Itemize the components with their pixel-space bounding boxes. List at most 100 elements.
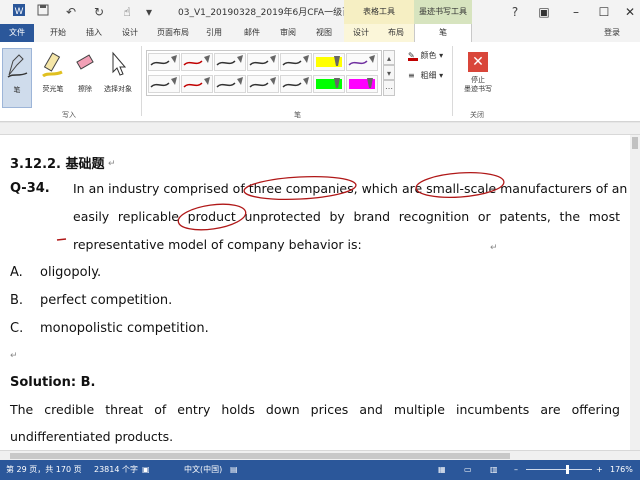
gallery-down-icon[interactable]: ▾ (383, 65, 395, 80)
gallery-more-icon[interactable]: ⋯ (383, 80, 395, 96)
tab-review[interactable]: 审阅 (274, 24, 302, 42)
question-line-3: representative model of company behavior… (73, 237, 362, 252)
web-layout-icon[interactable]: ▥ (490, 460, 498, 480)
section-heading: 3.12.2. 基础题 (10, 157, 105, 172)
word-window: W ↶ ↻ ☝ ▾ 03_V1_20190328_2019年6月CFA一级百题预… (0, 0, 640, 480)
eraser-icon (70, 50, 100, 80)
tab-references[interactable]: 引用 (200, 24, 228, 42)
pen-style-swatch[interactable] (346, 75, 378, 93)
pen-style-swatch[interactable] (148, 75, 180, 93)
zoom-level[interactable]: 176% (610, 460, 633, 480)
help-icon[interactable]: ? (506, 3, 524, 21)
pen-icon (3, 51, 33, 81)
pen-label: 笔 (13, 86, 21, 94)
stop-inking-button[interactable]: ✕ 停止 墨迹书写 (456, 48, 500, 108)
svg-text:W: W (15, 6, 24, 16)
ribbon-pen: 笔 荧光笔 擦除 选择对象 写入 ▴ ▾ ⋯ ✎ 颜色 ▾ ≡ 粗细 ▾ 笔 ✕… (0, 42, 640, 122)
page-indicator[interactable]: 第 29 页，共 170 页 (6, 460, 82, 480)
vertical-scrollbar[interactable] (630, 135, 640, 450)
highlighter-label: 荧光笔 (42, 85, 64, 93)
context-ink-tools: 墨迹书写工具 (414, 0, 472, 24)
option-text: monopolistic competition. (40, 321, 209, 336)
pen-style-swatch[interactable] (148, 53, 180, 71)
context-table-tools: 表格工具 (344, 0, 414, 24)
stop-inking-label: 停止 墨迹书写 (464, 76, 492, 93)
zoom-out-icon[interactable]: – (514, 460, 518, 480)
app-logo-icon[interactable]: W (10, 3, 28, 21)
proofing-icon[interactable]: ▣ (142, 460, 150, 480)
zoom-slider-knob[interactable] (566, 465, 569, 474)
pen-style-swatch[interactable] (313, 53, 345, 71)
status-bar: 第 29 页，共 170 页 23814 个字 ▣ 中文(中国) ▤ ▦ ▭ ▥… (0, 460, 640, 480)
document-page[interactable]: 3.12.2. 基础题 ↵ Q-34. In an industry compr… (0, 135, 630, 450)
pen-style-swatch[interactable] (313, 75, 345, 93)
undo-icon[interactable]: ↶ (62, 3, 80, 21)
language-indicator[interactable]: 中文(中国) (184, 460, 222, 480)
pen-style-swatch[interactable] (280, 53, 312, 71)
pen-style-swatch[interactable] (181, 75, 213, 93)
pointer-icon (103, 50, 133, 80)
title-bar: W ↶ ↻ ☝ ▾ 03_V1_20190328_2019年6月CFA一级百题预… (0, 0, 640, 24)
close-icon[interactable]: ✕ (614, 0, 640, 24)
stop-icon: ✕ (468, 52, 488, 72)
tab-file[interactable]: 文件 (0, 24, 34, 42)
save-icon[interactable] (34, 3, 52, 21)
tab-view[interactable]: 视图 (310, 24, 338, 42)
eraser-button[interactable]: 擦除 (70, 48, 100, 108)
tab-home[interactable]: 开始 (44, 24, 72, 42)
redo-icon[interactable]: ↻ (90, 3, 108, 21)
scroll-thumb[interactable] (632, 137, 638, 149)
tab-pen[interactable]: 笔 (414, 24, 472, 42)
group-pens-label: 笔 (294, 111, 301, 119)
paragraph-mark: ↵ (490, 243, 498, 253)
select-objects-button[interactable]: 选择对象 (100, 48, 136, 108)
ruler (0, 123, 640, 135)
tab-table-design[interactable]: 设计 (344, 24, 378, 42)
option-text: perfect competition. (40, 293, 173, 308)
zoom-slider[interactable] (526, 469, 592, 470)
select-objects-label: 选择对象 (104, 85, 132, 93)
highlighter-button[interactable]: 荧光笔 (36, 48, 70, 108)
pen-style-swatch[interactable] (214, 53, 246, 71)
tab-design[interactable]: 设计 (116, 24, 144, 42)
pen-style-swatch[interactable] (181, 53, 213, 71)
tab-table-layout[interactable]: 布局 (378, 24, 414, 42)
ribbon-display-icon[interactable]: ▣ (528, 0, 560, 24)
gallery-up-icon[interactable]: ▴ (383, 50, 395, 65)
eraser-label: 擦除 (78, 85, 92, 93)
pen-style-swatch[interactable] (346, 53, 378, 71)
question-number: Q-34. (10, 181, 50, 196)
read-mode-icon[interactable]: ▦ (438, 460, 446, 480)
zoom-in-icon[interactable]: + (596, 460, 603, 480)
scroll-thumb[interactable] (10, 453, 510, 459)
solution-line-2: undifferentiated products. (10, 429, 174, 444)
pen-button[interactable]: 笔 (2, 48, 32, 108)
solution-heading: Solution: B. (10, 375, 96, 390)
tab-page-layout[interactable]: 页面布局 (152, 24, 194, 42)
paragraph-mark: ↵ (108, 159, 116, 169)
print-layout-icon[interactable]: ▭ (464, 460, 472, 480)
touch-mode-icon[interactable]: ☝ (118, 3, 136, 21)
pen-style-swatch[interactable] (214, 75, 246, 93)
login-link[interactable]: 登录 (604, 24, 620, 42)
paragraph-mark: ↵ (10, 351, 18, 361)
horizontal-scrollbar[interactable] (0, 450, 640, 460)
pen-style-swatch[interactable] (247, 75, 279, 93)
thickness-button[interactable]: ≡ 粗细 ▾ (408, 70, 443, 81)
group-write-label: 写入 (62, 111, 76, 119)
word-count[interactable]: 23814 个字 (94, 460, 138, 480)
option-letter: A. (10, 265, 23, 280)
pen-style-swatch[interactable] (280, 75, 312, 93)
tab-insert[interactable]: 插入 (80, 24, 108, 42)
tab-mailings[interactable]: 邮件 (238, 24, 266, 42)
macro-icon[interactable]: ▤ (230, 460, 238, 480)
question-line-2: easily replicable product unprotected by… (73, 209, 620, 224)
thickness-icon: ≡ (408, 71, 415, 80)
ribbon-tabs: 文件 开始 插入 设计 页面布局 引用 邮件 审阅 视图 设计 布局 笔 登录 (0, 24, 640, 42)
pen-style-swatch[interactable] (247, 53, 279, 71)
highlighter-icon (38, 50, 68, 80)
color-label: 颜色 (420, 51, 437, 60)
quick-access-dropdown-icon[interactable]: ▾ (140, 3, 158, 21)
option-letter: C. (10, 321, 24, 336)
color-button[interactable]: ✎ 颜色 ▾ (408, 50, 443, 61)
